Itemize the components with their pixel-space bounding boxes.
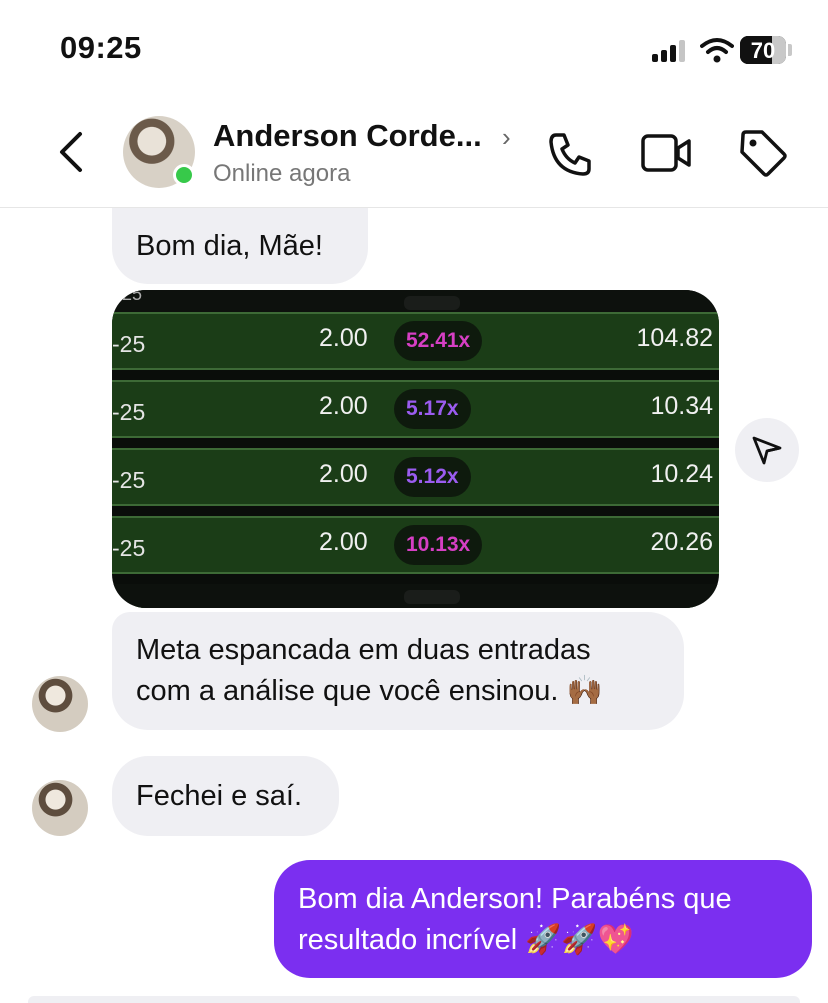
incoming-message-bubble[interactable]: Fechei e saí. <box>112 756 339 836</box>
multiplier-badge: 10.13x <box>394 525 483 565</box>
rocket-heart-emoji: 🚀🚀💖 <box>525 922 634 956</box>
win-amount: 10.34 <box>650 392 713 420</box>
multiplier-badge: 5.12x <box>394 457 471 497</box>
contact-name[interactable]: Anderson Corde... <box>213 118 482 154</box>
multiplier-badge: 52.41x <box>394 321 483 361</box>
row-offset: -25 <box>112 535 146 561</box>
bet-row: -25 2.00 5.12x 10.24 <box>112 448 719 506</box>
status-time: 09:25 <box>60 30 142 65</box>
online-status-dot <box>173 164 195 186</box>
share-button[interactable] <box>735 418 799 482</box>
image-bottom-strip <box>112 584 719 608</box>
composer-edge <box>28 996 800 1003</box>
message-text-line: Bom dia Anderson! Parabéns que <box>298 883 732 915</box>
message-text-line: Meta espancada em duas entradas <box>136 634 591 666</box>
wifi-icon <box>700 38 734 63</box>
row-offset: -25 <box>112 467 146 493</box>
bet-row: -25 2.00 52.41x 104.82 <box>112 312 719 370</box>
contact-avatar-small[interactable] <box>32 780 88 836</box>
bet-amount: 2.00 <box>319 528 368 556</box>
top-fragment-text: -25 <box>116 290 143 304</box>
bet-amount: 2.00 <box>319 460 368 488</box>
video-camera-icon[interactable] <box>640 130 692 176</box>
incoming-message-bubble[interactable]: Meta espancada em duas entradas com a an… <box>112 612 684 730</box>
contact-avatar-small[interactable] <box>32 676 88 732</box>
outgoing-message-bubble[interactable]: Bom dia Anderson! Parabéns que resultado… <box>274 860 812 978</box>
battery-percent: 70 <box>750 38 776 63</box>
presence-status: Online agora <box>213 160 351 187</box>
bet-row: -25 2.00 5.17x 10.34 <box>112 380 719 438</box>
phone-icon[interactable] <box>546 130 594 178</box>
message-text: Bom dia, Mãe! <box>136 230 323 262</box>
cellular-signal-icon <box>652 40 692 62</box>
send-icon <box>752 436 782 465</box>
win-amount: 104.82 <box>636 324 713 352</box>
message-text-line: resultado incrível <box>298 924 518 956</box>
incoming-message-bubble[interactable]: Bom dia, Mãe! <box>112 208 368 284</box>
tag-icon[interactable] <box>738 128 788 178</box>
raised-hands-emoji: 🙌🏾 <box>566 673 603 707</box>
image-top-strip: -25 <box>112 290 719 312</box>
win-amount: 10.24 <box>650 460 713 488</box>
bet-row: -25 2.00 10.13x 20.26 <box>112 516 719 574</box>
win-amount: 20.26 <box>650 528 713 556</box>
back-chevron-icon[interactable] <box>52 128 92 176</box>
image-message[interactable]: -25 -25 2.00 52.41x 104.82 -25 2.00 5.17x 10.34… <box>112 290 719 608</box>
row-offset: -25 <box>112 331 146 357</box>
bet-amount: 2.00 <box>319 324 368 352</box>
chevron-right-icon[interactable]: › <box>502 122 511 153</box>
multiplier-badge: 5.17x <box>394 389 471 429</box>
message-text-line: com a análise que você ensinou. <box>136 675 559 707</box>
battery-tip <box>788 44 792 56</box>
row-offset: -25 <box>112 399 146 425</box>
bet-amount: 2.00 <box>319 392 368 420</box>
battery-icon: 70 <box>740 36 786 64</box>
message-text: Fechei e saí. <box>136 780 303 812</box>
